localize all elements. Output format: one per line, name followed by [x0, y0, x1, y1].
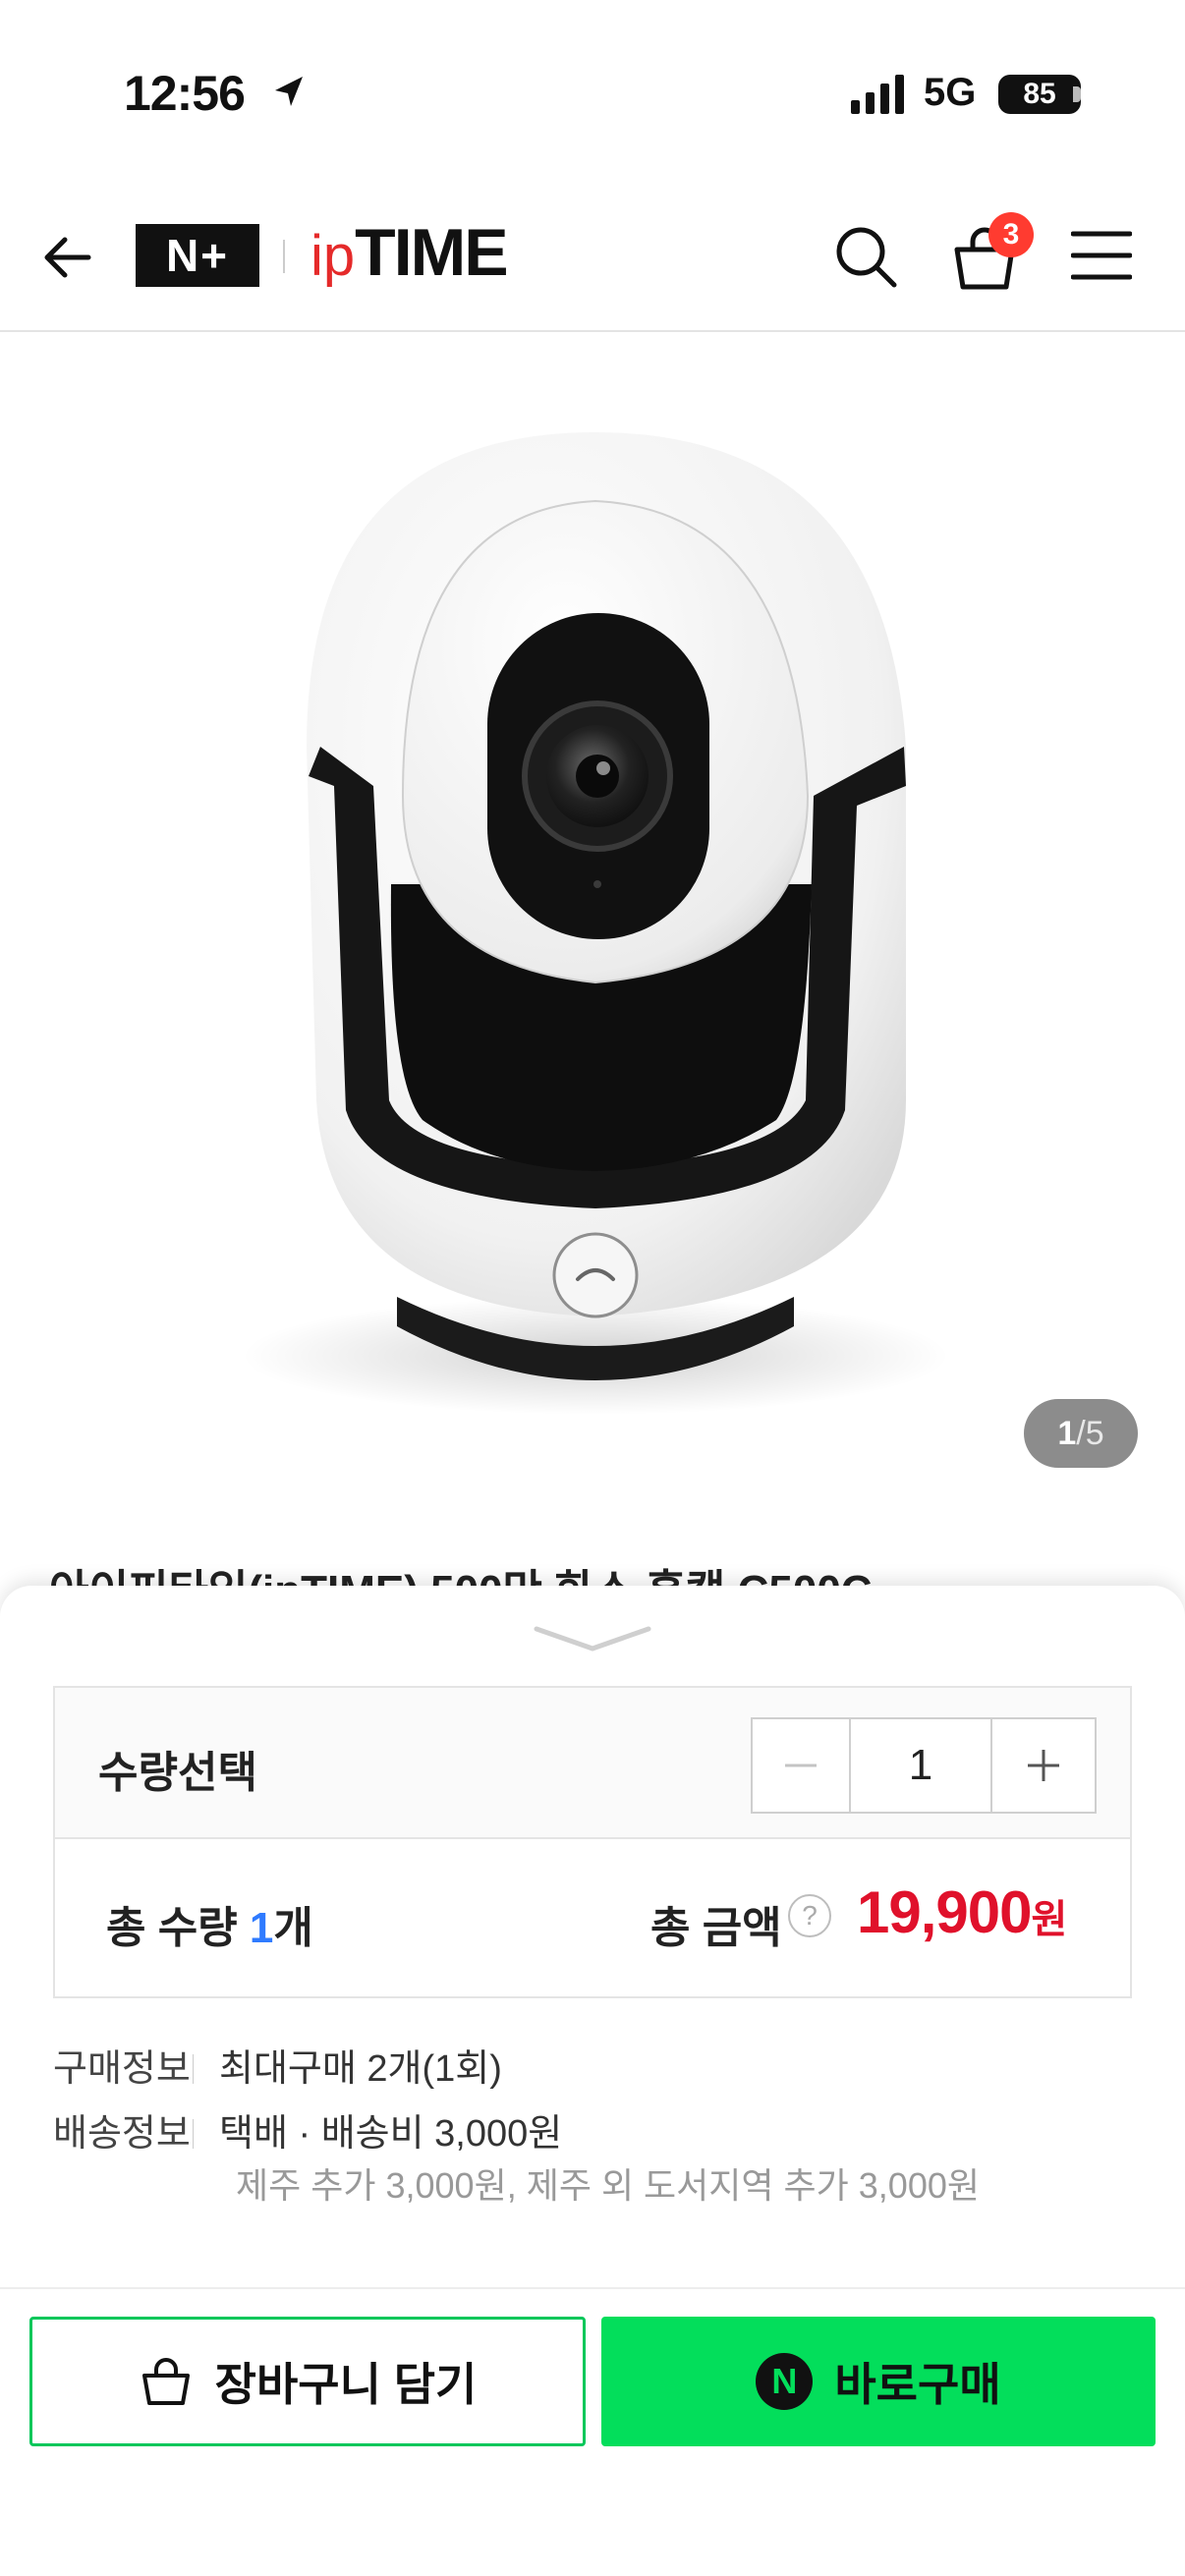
question-help-icon[interactable]: ? — [788, 1894, 831, 1937]
option-box: 수량선택 1 총 수량 1개 총 금액 ? 19,900원 — [53, 1686, 1132, 1998]
shipping-info-value: 택배 · 배송비 3,000원 — [219, 2113, 563, 2155]
logo-divider — [283, 240, 285, 273]
quantity-increase-button[interactable] — [992, 1719, 1095, 1812]
cart-count-badge: 3 — [988, 212, 1034, 257]
quantity-stepper[interactable]: 1 — [751, 1717, 1097, 1814]
total-price-value: 19,900 — [857, 1879, 1033, 1945]
image-counter-current: 1 — [1057, 1415, 1077, 1452]
total-amount-label: 총 금액 — [650, 1904, 782, 1952]
info-separator — [193, 2119, 194, 2149]
quantity-decrease-button[interactable] — [753, 1719, 851, 1812]
purchase-bottom-sheet: 수량선택 1 총 수량 1개 총 금액 ? 19,900원 구매정보 최대구매 2… — [0, 1586, 1185, 2576]
product-image-gallery[interactable] — [0, 334, 1185, 1513]
shopping-bag-icon — [141, 2358, 190, 2405]
signal-strength-icon — [851, 75, 904, 114]
image-page-counter: 1/5 — [1024, 1399, 1138, 1468]
buy-now-button[interactable]: N 바로구매 — [601, 2317, 1156, 2446]
total-price-unit: 원 — [1031, 1898, 1068, 1941]
location-arrow-icon — [275, 77, 303, 106]
nplus-store-logo[interactable]: N+ — [136, 224, 259, 287]
total-quantity: 총 수량 1개 — [106, 1892, 313, 1955]
total-row: 총 수량 1개 총 금액 ? 19,900원 — [55, 1841, 1130, 1996]
quantity-value[interactable]: 1 — [851, 1719, 992, 1812]
info-separator — [193, 2054, 194, 2084]
shipping-info-extra: 제주 추가 3,000원, 제주 외 도서지역 추가 3,000원 — [236, 2165, 980, 2206]
status-bar: 12:56 5G 85 — [0, 0, 1185, 167]
naver-pay-icon: N — [756, 2353, 814, 2410]
purchase-info-value: 최대구매 2개(1회) — [219, 2048, 502, 2090]
image-counter-separator: / — [1076, 1415, 1086, 1452]
brand-logo[interactable]: ipTIME — [310, 215, 509, 290]
battery-indicator: 85 — [998, 75, 1081, 114]
purchase-info-row: 구매정보 최대구매 2개(1회) — [53, 2038, 502, 2092]
quantity-label: 수량선택 — [98, 1749, 257, 1797]
total-quantity-suffix: 개 — [273, 1904, 313, 1952]
home-indicator-area — [0, 2554, 1185, 2576]
shipping-info-row: 배송정보 택배 · 배송비 3,000원 — [53, 2102, 562, 2156]
sheet-divider — [0, 2287, 1185, 2289]
product-camera-image — [242, 432, 949, 1415]
hamburger-menu-icon[interactable] — [1071, 228, 1132, 283]
image-counter-total: 5 — [1085, 1415, 1104, 1452]
add-to-cart-button[interactable]: 장바구니 담기 — [29, 2317, 586, 2446]
quantity-row: 수량선택 1 — [55, 1688, 1130, 1839]
brand-logo-prefix: ip — [310, 224, 356, 288]
status-time: 12:56 — [124, 66, 246, 121]
plus-icon — [1028, 1750, 1059, 1781]
total-quantity-number: 1 — [249, 1904, 274, 1952]
buy-now-label: 바로구매 — [834, 2359, 1001, 2410]
minus-icon — [785, 1764, 817, 1767]
app-header: N+ ipTIME 3 — [0, 193, 1185, 332]
network-type: 5G — [924, 71, 977, 114]
purchase-info-label: 구매정보 — [53, 2048, 191, 2090]
back-arrow-icon[interactable] — [37, 226, 100, 289]
sheet-collapse-chevron-icon[interactable] — [531, 1621, 654, 1654]
battery-tip — [1073, 86, 1081, 102]
shipping-info-label: 배송정보 — [53, 2113, 191, 2155]
brand-logo-main: TIME — [355, 215, 508, 290]
add-to-cart-label: 장바구니 담기 — [214, 2359, 478, 2410]
search-icon[interactable] — [831, 222, 900, 291]
total-price: 19,900원 — [857, 1878, 1068, 1946]
total-quantity-prefix: 총 수량 — [106, 1904, 250, 1952]
